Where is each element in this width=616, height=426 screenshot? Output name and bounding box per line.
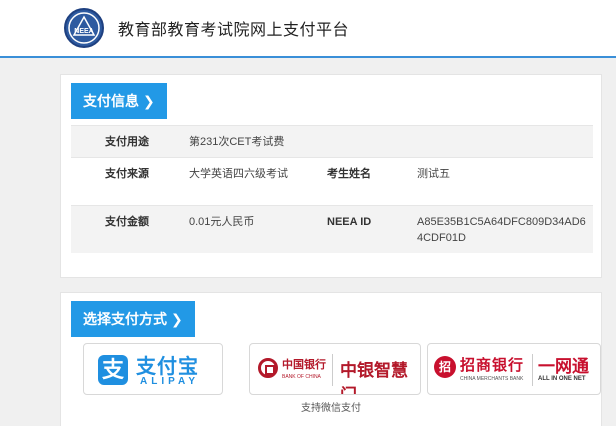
name-value: 测试五 <box>417 168 450 180</box>
cmb-name: 招商银行 <box>460 356 525 374</box>
cmb-logo-icon: 招 <box>434 356 456 378</box>
divider <box>332 354 333 386</box>
alipay-name-en: ALIPAY <box>140 376 200 387</box>
cmb-name-en: CHINA MERCHANTS BANK <box>460 376 524 382</box>
source-value: 大学英语四六级考试 <box>189 168 288 180</box>
payment-info-card: 支付信息 ❯ 支付用途 第231次CET考试费 支付来源 大学英语四六级考试 考生… <box>60 74 602 278</box>
purpose-value: 第231次CET考试费 <box>189 136 285 148</box>
payment-info-table: 支付用途 第231次CET考试费 支付来源 大学英语四六级考试 考生姓名 测试五… <box>71 125 593 253</box>
source-label: 支付来源 <box>105 168 149 180</box>
row-source: 支付来源 大学英语四六级考试 考生姓名 测试五 <box>71 157 593 205</box>
name-label: 考生姓名 <box>327 168 371 180</box>
neea-logo-icon: NEEA <box>64 8 104 48</box>
alipay-logo-icon: 支 <box>98 355 128 385</box>
amount-value: 0.01元人民币 <box>189 216 255 228</box>
boc-brand: 中银智慧门 <box>340 361 408 394</box>
cmb-brand: 一网通 <box>538 357 589 376</box>
row-purpose: 支付用途 第231次CET考试费 <box>71 125 593 157</box>
page-header: NEEA 教育部教育考试院网上支付平台 <box>0 0 616 58</box>
boc-logo-icon <box>258 358 278 378</box>
boc-name: 中国银行 <box>282 358 326 371</box>
divider <box>532 354 533 386</box>
neea-emblem-icon: NEEA <box>68 12 100 44</box>
amount-label: 支付金额 <box>105 216 149 228</box>
payment-method-title: 选择支付方式 <box>83 311 167 327</box>
neea-id-value: A85E35B1C5A64DFC809D34AD64CDF01D <box>417 216 586 244</box>
wechat-pay-caption: 支持微信支付 <box>301 403 361 414</box>
payment-method-tab: 选择支付方式 ❯ <box>71 301 195 337</box>
payment-method-card: 选择支付方式 ❯ 支 支付宝 ALIPAY 中国银行 BANK OF CHINA … <box>60 292 602 426</box>
neea-id-label: NEEA ID <box>327 216 372 228</box>
boc-option-button[interactable]: 中国银行 BANK OF CHINA 中银智慧门 <box>249 343 421 395</box>
chevron-right-icon: ❯ <box>171 311 183 327</box>
payment-info-title: 支付信息 <box>83 93 139 109</box>
purpose-label: 支付用途 <box>105 136 149 148</box>
row-amount: 支付金额 0.01元人民币 NEEA ID A85E35B1C5A64DFC80… <box>71 205 593 253</box>
chevron-right-icon: ❯ <box>143 93 155 109</box>
payment-info-tab: 支付信息 ❯ <box>71 83 167 119</box>
alipay-option-button[interactable]: 支 支付宝 ALIPAY <box>83 343 223 395</box>
cmb-option-button[interactable]: 招 招商银行 CHINA MERCHANTS BANK 一网通 ALL IN O… <box>427 343 601 395</box>
page-title: 教育部教育考试院网上支付平台 <box>118 22 350 39</box>
logo-text: NEEA <box>74 28 93 35</box>
alipay-name: 支付宝 <box>136 356 199 378</box>
cmb-brand-en: ALL IN ONE NET <box>538 376 586 382</box>
boc-name-en: BANK OF CHINA <box>282 374 321 380</box>
